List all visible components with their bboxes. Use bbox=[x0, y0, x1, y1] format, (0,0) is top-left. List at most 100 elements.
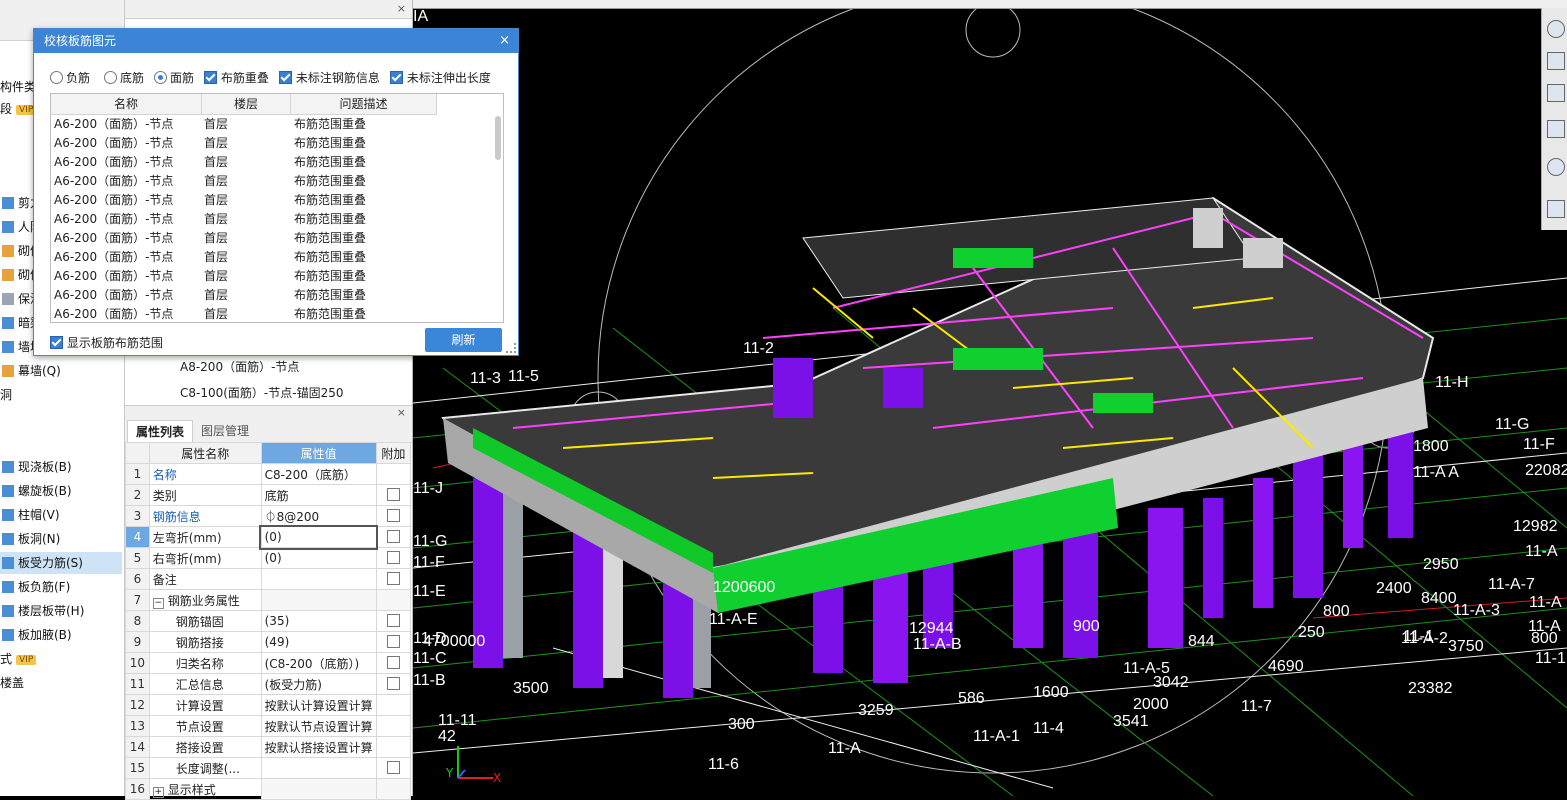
extra-checkbox[interactable] bbox=[386, 488, 400, 501]
property-value[interactable] bbox=[260, 757, 377, 779]
check-overlap[interactable]: 布筋重叠 bbox=[204, 69, 269, 86]
property-value[interactable]: (0) bbox=[260, 547, 377, 569]
tree-item[interactable]: 楼层板带(H) bbox=[0, 600, 122, 622]
check-missing-length[interactable]: 未标注伸出长度 bbox=[390, 69, 491, 86]
property-value[interactable]: (35) bbox=[260, 610, 377, 632]
extra-checkbox[interactable] bbox=[386, 572, 400, 585]
issue-row[interactable]: A6-200（面筋）-节点 首层 布筋范围重叠 bbox=[51, 191, 491, 210]
property-row[interactable]: 12 计算设置 按默认计算设置计算 bbox=[125, 694, 412, 716]
view-sphere-button[interactable] bbox=[1547, 20, 1565, 38]
view-box-button[interactable] bbox=[1547, 120, 1565, 138]
tree-item[interactable]: 式 VIP bbox=[0, 648, 122, 670]
3d-viewport[interactable]: 11-2 11-3 11-5 11-H 11-G 11-F 11-J 11-A A 22082 1… bbox=[413, 8, 1567, 796]
tab-property-list[interactable]: 属性列表 bbox=[127, 420, 194, 443]
property-row[interactable]: 2 类别 底筋 bbox=[125, 484, 412, 506]
issue-row[interactable]: A6-200（面筋）-节点 首层 布筋范围重叠 bbox=[51, 172, 491, 191]
property-value[interactable] bbox=[260, 589, 377, 611]
extra-checkbox[interactable] bbox=[386, 509, 400, 522]
tree-item[interactable]: 螺旋板(B) bbox=[0, 480, 122, 502]
extra-checkbox[interactable] bbox=[386, 635, 400, 648]
issue-row[interactable]: A6-200（面筋）-节点 首层 布筋范围重叠 bbox=[51, 267, 491, 286]
tree-item[interactable]: 板负筋(F) bbox=[0, 576, 122, 598]
tree-item[interactable]: 幕墙(Q) bbox=[0, 360, 122, 382]
property-row[interactable]: 3 钢筋信息 ⏀8@200 bbox=[125, 505, 412, 527]
property-value[interactable] bbox=[260, 568, 377, 590]
property-value[interactable]: 按默认计算设置计算 bbox=[260, 694, 377, 716]
radio-negative-rebar[interactable]: 负筋 bbox=[50, 69, 90, 86]
extra-checkbox[interactable] bbox=[386, 677, 400, 690]
property-row[interactable]: 4 左弯折(mm) (0) bbox=[125, 524, 412, 550]
show-range-option[interactable]: 显示板筋布筋范围 bbox=[50, 334, 163, 351]
radio-circle-checked[interactable] bbox=[154, 71, 167, 84]
checkbox-checked[interactable] bbox=[204, 71, 217, 84]
issue-row[interactable]: A6-200（面筋）-节点 首层 布筋范围重叠 bbox=[51, 305, 491, 322]
property-value[interactable]: (板受力筋) bbox=[260, 673, 377, 695]
property-row[interactable]: 15 长度调整(... bbox=[125, 757, 412, 779]
property-value[interactable]: (0) bbox=[259, 524, 379, 550]
property-row[interactable]: 16 + 显示样式 bbox=[125, 778, 412, 800]
property-row[interactable]: 8 钢筋锚固 (35) bbox=[125, 610, 412, 632]
property-value[interactable]: C8-200（底筋） bbox=[260, 463, 377, 485]
issue-row[interactable]: A6-200（面筋）-节点 首层 布筋范围重叠 bbox=[51, 210, 491, 229]
issue-row[interactable]: A6-200（面筋）-节点 首层 布筋范围重叠 bbox=[51, 248, 491, 267]
column-header-floor[interactable]: 楼层 bbox=[202, 94, 291, 115]
tree-item[interactable]: 板加腋(B) bbox=[0, 624, 122, 646]
list-item[interactable]: A8-200（面筋）-节点 bbox=[180, 358, 299, 375]
tree-item[interactable]: 板洞(N) bbox=[0, 528, 122, 550]
property-row[interactable]: 9 钢筋搭接 (49) bbox=[125, 631, 412, 653]
refresh-button[interactable]: 刷新 bbox=[425, 328, 502, 352]
issue-row[interactable]: A6-200（面筋）-节点 首层 布筋范围重叠 bbox=[51, 286, 491, 305]
property-value[interactable]: 按默认搭接设置计算 bbox=[260, 736, 377, 758]
collapse-icon[interactable]: − bbox=[152, 597, 164, 609]
column-header-name[interactable]: 名称 bbox=[51, 94, 202, 115]
issue-row[interactable]: A6-200（面筋）-节点 首层 布筋范围重叠 bbox=[51, 153, 491, 172]
property-row[interactable]: 10 归类名称 (C8-200（底筋）) bbox=[125, 652, 412, 674]
close-icon[interactable]: × bbox=[397, 2, 406, 15]
resize-grip-icon[interactable] bbox=[506, 343, 516, 353]
property-value[interactable]: ⏀8@200 bbox=[260, 505, 377, 527]
property-value[interactable]: (49) bbox=[260, 631, 377, 653]
property-row[interactable]: 7− 钢筋业务属性 bbox=[125, 589, 412, 611]
extra-checkbox[interactable] bbox=[386, 530, 400, 543]
property-value[interactable]: 按默认节点设置计算 bbox=[260, 715, 377, 737]
checkbox-checked[interactable] bbox=[390, 71, 403, 84]
radio-bottom-rebar[interactable]: 底筋 bbox=[104, 69, 144, 86]
property-row[interactable]: 11 汇总信息 (板受力筋) bbox=[125, 673, 412, 695]
issue-row[interactable]: A6-200（面筋）-节点 首层 布筋范围重叠 bbox=[51, 115, 491, 134]
extra-checkbox[interactable] bbox=[386, 656, 400, 669]
radio-circle[interactable] bbox=[50, 71, 63, 84]
checkbox-checked[interactable] bbox=[279, 71, 292, 84]
tree-item[interactable]: 洞 bbox=[0, 384, 122, 406]
property-row[interactable]: 1 名称 C8-200（底筋） bbox=[125, 463, 412, 485]
property-value[interactable]: (C8-200（底筋）) bbox=[260, 652, 377, 674]
property-value[interactable]: 底筋 bbox=[260, 484, 377, 506]
view-3d-button[interactable] bbox=[1547, 84, 1565, 102]
close-icon[interactable]: × bbox=[397, 406, 406, 419]
check-missing-info[interactable]: 未标注钢筋信息 bbox=[279, 69, 380, 86]
tree-item[interactable]: 现浇板(B) bbox=[0, 456, 122, 478]
property-value[interactable] bbox=[260, 778, 377, 800]
tree-item[interactable]: 板受力筋(S) bbox=[0, 552, 122, 574]
property-row[interactable]: 6 备注 bbox=[125, 568, 412, 590]
property-row[interactable]: 14 搭接设置 按默认搭接设置计算 bbox=[125, 736, 412, 758]
grid-view-button[interactable] bbox=[1547, 200, 1565, 218]
tree-item[interactable]: 柱帽(V) bbox=[0, 504, 122, 526]
checkbox-checked[interactable] bbox=[50, 336, 63, 349]
issue-row[interactable]: A6-200（面筋）-节点 首层 布筋范围重叠 bbox=[51, 134, 491, 153]
extra-checkbox[interactable] bbox=[386, 551, 400, 564]
tab-layer-management[interactable]: 图层管理 bbox=[193, 420, 257, 442]
list-item[interactable]: C8-100(面筋）-节点-锚固250 bbox=[180, 384, 344, 401]
radio-top-rebar[interactable]: 面筋 bbox=[154, 69, 194, 86]
tree-item[interactable]: 楼盖 bbox=[0, 672, 122, 694]
property-row[interactable]: 5 右弯折(mm) (0) bbox=[125, 547, 412, 569]
issue-row[interactable]: A6-200（面筋）-节点 首层 布筋范围重叠 bbox=[51, 229, 491, 248]
dialog-close-icon[interactable]: × bbox=[499, 33, 510, 49]
extra-checkbox[interactable] bbox=[386, 614, 400, 627]
extra-checkbox[interactable] bbox=[386, 761, 400, 774]
rotate-icon[interactable] bbox=[1547, 158, 1565, 176]
column-header-issue[interactable]: 问题描述 bbox=[291, 94, 437, 115]
property-row[interactable]: 13 节点设置 按默认节点设置计算 bbox=[125, 715, 412, 737]
view-2d-button[interactable] bbox=[1547, 52, 1565, 70]
scrollbar-thumb[interactable] bbox=[495, 116, 501, 160]
radio-circle[interactable] bbox=[104, 71, 117, 84]
